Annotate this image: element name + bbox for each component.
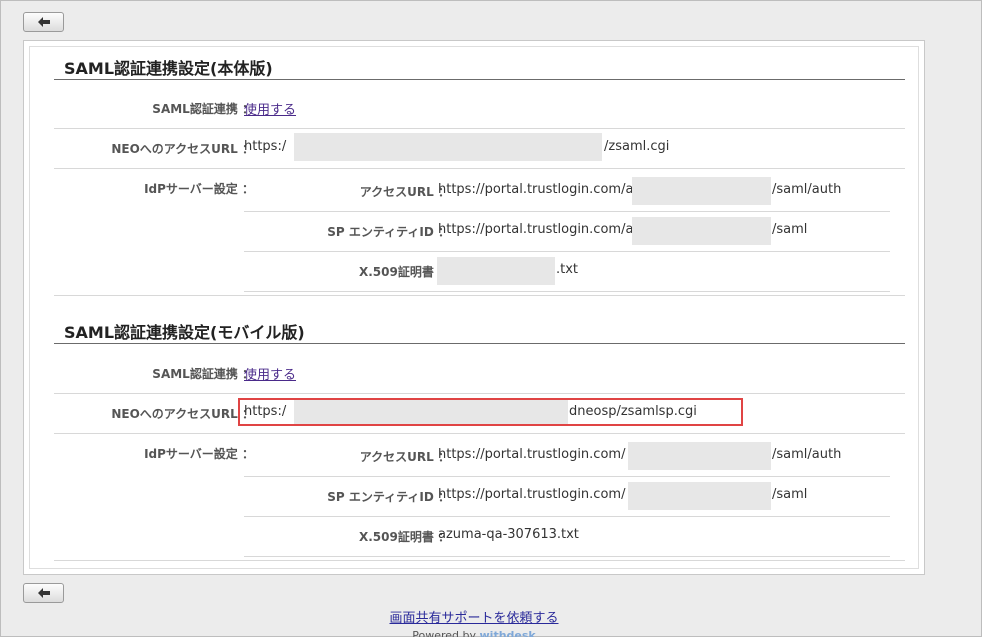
back-button-top[interactable] [23, 12, 64, 32]
access-url-label: アクセスURL ： [359, 450, 450, 464]
row-divider [54, 433, 905, 434]
neo-url-label: NEOへのアクセスURL ： [111, 142, 254, 156]
redacted-area [437, 257, 555, 285]
highlight-box [238, 398, 743, 426]
redacted-area [632, 177, 771, 205]
section-end-divider [54, 295, 905, 296]
arrow-left-icon [37, 17, 50, 27]
section-divider [54, 79, 905, 80]
access-url-suffix: /saml/auth [772, 447, 842, 462]
footer: 画面共有サポートを依頼する [1, 607, 947, 626]
redacted-area [632, 217, 771, 245]
cert-value: azuma-qa-307613.txt [438, 527, 579, 542]
access-url-prefix: https://portal.trustlogin.com/ [438, 447, 626, 462]
row-divider [54, 168, 905, 169]
sp-entity-label: SP エンティティID ： [327, 225, 450, 239]
saml-label: SAML認証連携 ： [152, 367, 254, 381]
saml-status-link[interactable]: 使用する [244, 103, 296, 118]
saml-status-link[interactable]: 使用する [244, 368, 296, 383]
redacted-area [294, 133, 602, 161]
row-divider [244, 516, 890, 517]
row-divider [244, 556, 890, 557]
neo-url-prefix: https:/ [244, 139, 287, 154]
back-button-bottom[interactable] [23, 583, 64, 603]
idp-label: IdPサーバー設定 ： [144, 447, 254, 461]
section-divider [54, 343, 905, 344]
redacted-area [628, 442, 771, 470]
section-end-divider [54, 560, 905, 561]
arrow-left-icon [37, 588, 50, 598]
sp-entity-prefix: https://portal.trustlogin.com/a [438, 222, 634, 237]
settings-panel: SAML認証連携設定(本体版) SAML認証連携 ： 使用する NEOへのアクセ… [23, 40, 925, 575]
powered-by: Powered by withdesk [1, 629, 947, 637]
powered-by-text: Powered by [412, 629, 477, 637]
neo-url-suffix: /zsaml.cgi [604, 139, 670, 154]
saml-label: SAML認証連携 ： [152, 102, 254, 116]
idp-label: IdPサーバー設定 ： [144, 182, 254, 196]
row-divider [244, 211, 890, 212]
brand-logo: withdesk [479, 629, 536, 637]
row-divider [54, 393, 905, 394]
settings-panel-inner: SAML認証連携設定(本体版) SAML認証連携 ： 使用する NEOへのアクセ… [29, 46, 919, 569]
sp-entity-suffix: /saml [772, 222, 808, 237]
section-title-mobile: SAML認証連携設定(モバイル版) [64, 323, 305, 342]
cert-value: .txt [556, 262, 579, 277]
sp-entity-suffix: /saml [772, 487, 808, 502]
sp-entity-label: SP エンティティID ： [327, 490, 450, 504]
row-divider [244, 476, 890, 477]
redacted-area [628, 482, 771, 510]
access-url-label: アクセスURL ： [359, 185, 450, 199]
row-divider [54, 128, 905, 129]
access-url-suffix: /saml/auth [772, 182, 842, 197]
access-url-prefix: https://portal.trustlogin.com/a [438, 182, 634, 197]
row-divider [244, 291, 890, 292]
neo-url-label: NEOへのアクセスURL ： [111, 407, 254, 421]
cert-label: X.509証明書 ： [358, 530, 450, 544]
sp-entity-prefix: https://portal.trustlogin.com/ [438, 487, 626, 502]
screen-share-support-link[interactable]: 画面共有サポートを依頼する [389, 611, 558, 626]
section-title-main: SAML認証連携設定(本体版) [64, 59, 273, 78]
row-divider [244, 251, 890, 252]
